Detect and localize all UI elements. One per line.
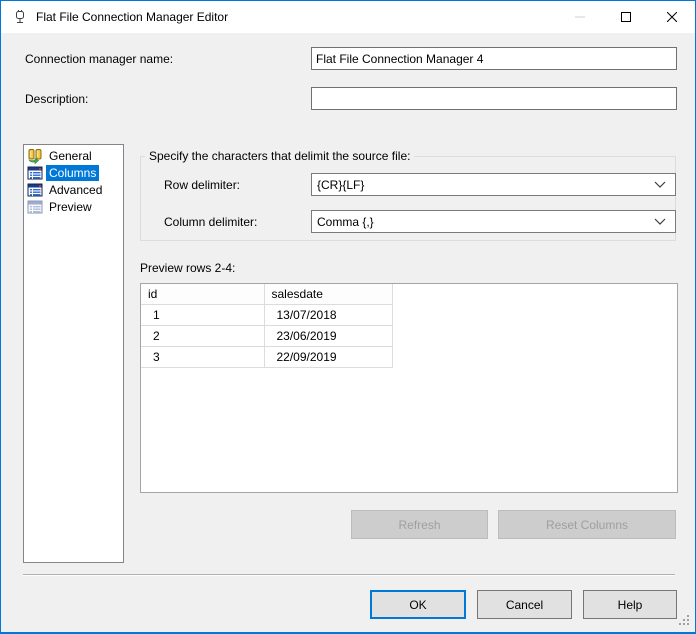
cell-id: 3 [141, 346, 264, 367]
column-delimiter-combobox[interactable]: Comma {,} [311, 210, 676, 233]
minimize-button[interactable] [557, 1, 603, 32]
connection-icon [27, 148, 43, 164]
help-button[interactable]: Help [583, 590, 677, 619]
table-row: 1 13/07/2018 [141, 304, 392, 325]
column-delimiter-label: Column delimiter: [164, 215, 257, 229]
connection-manager-icon [12, 9, 28, 25]
cell-salesdate: 13/07/2018 [264, 304, 392, 325]
cell-id: 2 [141, 325, 264, 346]
close-button[interactable] [649, 1, 695, 32]
cell-salesdate: 23/06/2019 [264, 325, 392, 346]
connection-manager-name-input[interactable] [311, 47, 677, 70]
flat-file-connection-manager-editor-dialog: Flat File Connection Manager Editor Conn… [0, 0, 696, 634]
sidebar-item-label: Columns [46, 165, 99, 181]
table-header-row: id salesdate [141, 284, 392, 304]
row-delimiter-value: {CR}{LF} [312, 178, 654, 192]
sidebar-item-label: Preview [46, 199, 95, 215]
column-header-salesdate[interactable]: salesdate [264, 284, 392, 304]
table-icon [27, 182, 43, 198]
title-bar[interactable]: Flat File Connection Manager Editor [1, 1, 695, 33]
resize-grip[interactable] [677, 613, 690, 629]
preview-table: id salesdate 1 13/07/2018 2 23/06/2019 3… [141, 284, 393, 368]
preview-rows-label: Preview rows 2-4: [140, 261, 235, 275]
preview-grid-panel[interactable]: id salesdate 1 13/07/2018 2 23/06/2019 3… [140, 283, 678, 493]
pages-list: General Columns [23, 144, 124, 563]
chevron-down-icon [654, 181, 666, 188]
row-delimiter-label: Row delimiter: [164, 178, 240, 192]
sidebar-item-preview[interactable]: Preview [24, 198, 123, 215]
window-title: Flat File Connection Manager Editor [36, 10, 228, 24]
table-icon [27, 165, 43, 181]
sidebar-item-columns[interactable]: Columns [24, 164, 123, 181]
footer-separator [23, 574, 675, 576]
reset-columns-button: Reset Columns [498, 510, 676, 539]
sidebar-item-general[interactable]: General [24, 147, 123, 164]
sidebar-item-advanced[interactable]: Advanced [24, 181, 123, 198]
column-delimiter-value: Comma {,} [312, 215, 654, 229]
cell-id: 1 [141, 304, 264, 325]
chevron-down-icon [654, 218, 666, 225]
ok-button[interactable]: OK [370, 590, 466, 619]
table-muted-icon [27, 199, 43, 215]
description-label: Description: [25, 92, 88, 106]
groupbox-title: Specify the characters that delimit the … [145, 149, 414, 163]
row-delimiter-combobox[interactable]: {CR}{LF} [311, 173, 676, 196]
column-header-id[interactable]: id [141, 284, 264, 304]
sidebar-item-label: General [46, 148, 95, 164]
table-row: 2 23/06/2019 [141, 325, 392, 346]
maximize-button[interactable] [603, 1, 649, 32]
description-input[interactable] [311, 87, 677, 110]
connection-manager-name-label: Connection manager name: [25, 52, 173, 66]
refresh-button: Refresh [351, 510, 488, 539]
sidebar-item-label: Advanced [46, 182, 105, 198]
cancel-button[interactable]: Cancel [477, 590, 572, 619]
cell-salesdate: 22/09/2019 [264, 346, 392, 367]
table-row: 3 22/09/2019 [141, 346, 392, 367]
